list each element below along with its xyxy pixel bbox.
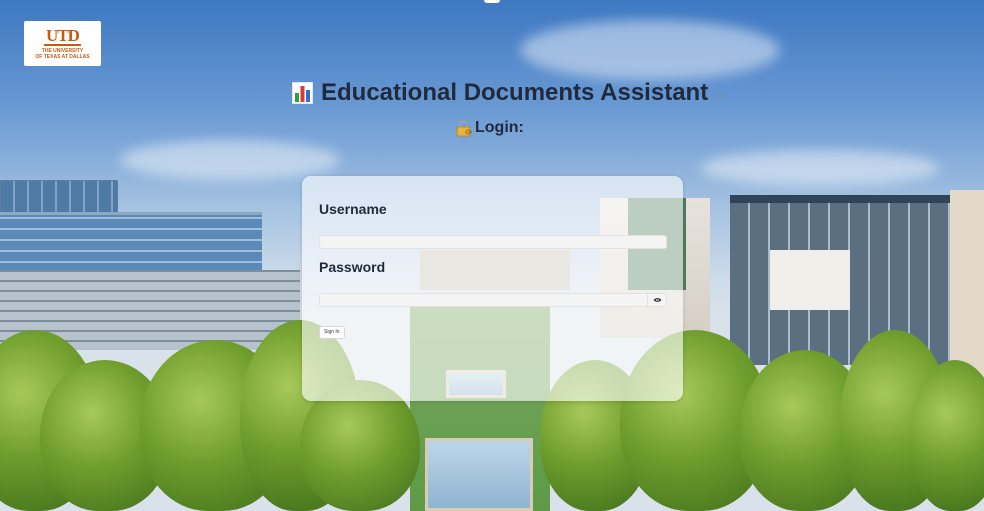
page-header: Educational Documents Assistant	[292, 78, 725, 108]
university-logo: UTD THE UNIVERSITY OF TEXAS AT DALLAS	[24, 21, 101, 66]
login-form: Username Password Sign In	[302, 176, 683, 401]
logo-text-line2: OF TEXAS AT DALLAS	[35, 54, 90, 60]
username-label: Username	[319, 201, 387, 217]
anchor-link-icon[interactable]	[718, 95, 725, 97]
building	[0, 212, 262, 272]
cloud	[120, 140, 340, 180]
page-title: Educational Documents Assistant	[321, 79, 709, 106]
building	[0, 180, 118, 214]
logo-mark: UTD	[44, 26, 81, 46]
show-password-button[interactable]	[648, 293, 667, 307]
building	[770, 250, 850, 310]
password-label: Password	[319, 259, 386, 275]
login-heading: Login:	[456, 119, 524, 137]
cloud	[700, 150, 940, 186]
logo-text: THE UNIVERSITY OF TEXAS AT DALLAS	[35, 48, 89, 60]
username-input[interactable]	[319, 235, 667, 249]
sign-in-button[interactable]: Sign In	[319, 326, 345, 339]
building	[950, 190, 984, 380]
login-label: Login:	[475, 119, 524, 136]
reflecting-pool	[425, 438, 533, 511]
password-input[interactable]	[319, 293, 648, 307]
top-edge-tab	[484, 0, 500, 3]
lock-with-key-icon	[456, 119, 472, 136]
bar-chart-icon	[292, 82, 313, 104]
eye-icon	[653, 298, 661, 302]
cloud	[520, 20, 780, 80]
